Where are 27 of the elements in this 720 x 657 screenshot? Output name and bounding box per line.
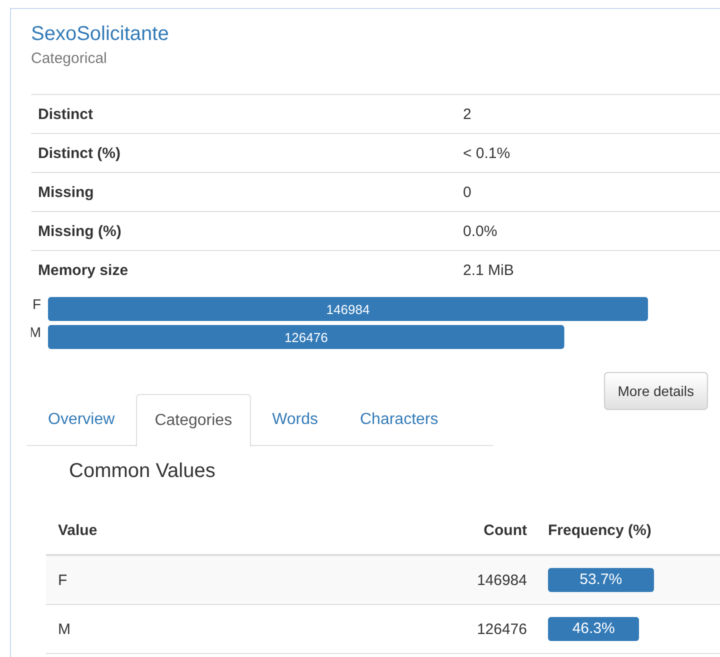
table-cell: 126476 [426, 604, 547, 654]
section-heading: Common Values [69, 459, 216, 483]
stat-value: 2.1 MiB [456, 250, 720, 289]
frequency-bar: 46.3% [548, 617, 640, 641]
tab[interactable]: Categories [136, 394, 252, 447]
table-cell: 146984 [426, 555, 547, 604]
stat-value: 2 [456, 94, 720, 134]
tab[interactable]: Words [251, 394, 339, 446]
stat-label: Missing (%) [31, 212, 456, 250]
more-details-button[interactable]: More details [604, 372, 708, 410]
table-cell: M [46, 604, 426, 654]
stat-label: Distinct (%) [31, 134, 456, 172]
category-label: F [32, 296, 41, 312]
table-cell: F [46, 555, 426, 604]
stat-label: Missing [31, 172, 456, 212]
tab[interactable]: Overview [27, 394, 136, 446]
bar-value-label: 126476 [284, 330, 328, 345]
frequency-bar: 53.7% [548, 568, 654, 592]
stat-value: 0 [456, 172, 720, 212]
variable-name: SexoSolicitante [31, 22, 169, 47]
stat-value: < 0.1% [456, 134, 720, 172]
stat-label: Distinct [31, 94, 456, 134]
bar-value-label: 146984 [326, 302, 370, 317]
tab[interactable]: Characters [339, 394, 460, 446]
variable-type: Categorical [31, 49, 107, 69]
stat-label: Memory size [31, 250, 456, 289]
stat-value: 0.0% [456, 212, 720, 250]
